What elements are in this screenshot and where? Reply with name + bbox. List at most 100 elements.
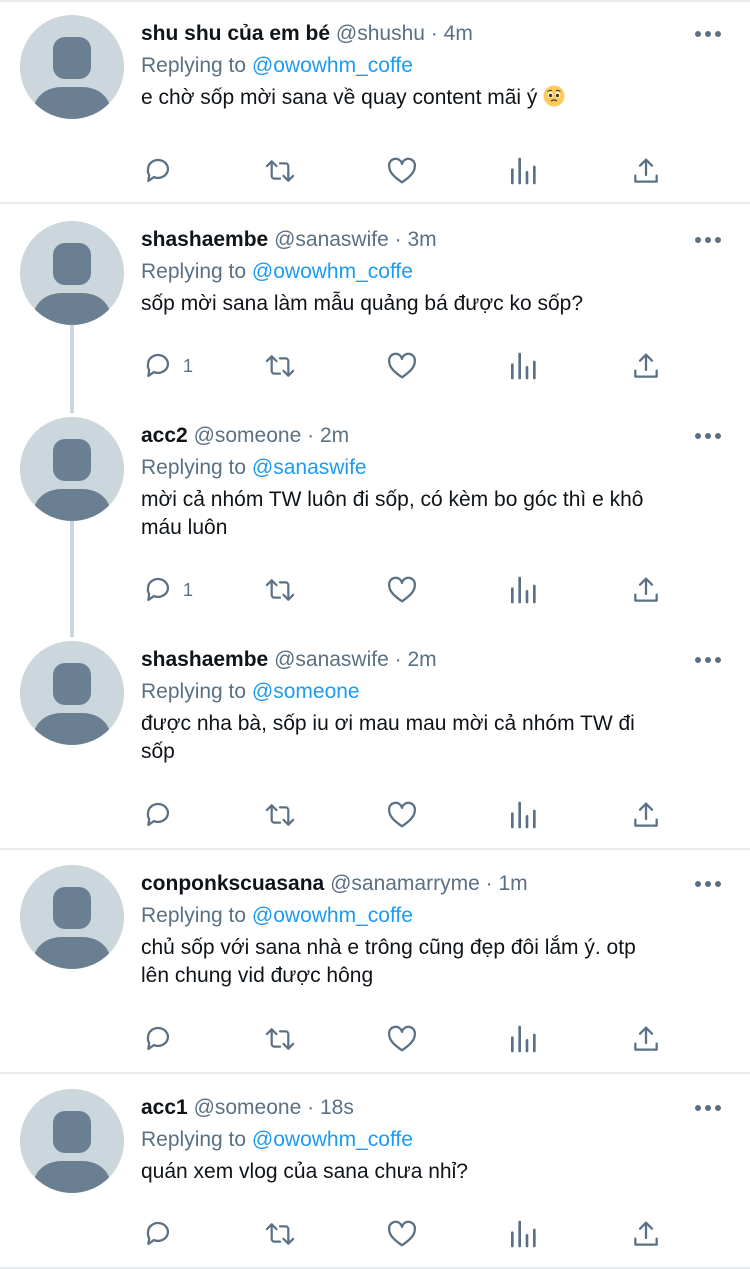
tweet-text-line: được nha bà, sốp iu ơi mau mau mời cả nh… (141, 712, 635, 735)
replying-to: Replying to @owowhm_coffe (141, 900, 413, 932)
share-button[interactable] (630, 349, 662, 383)
share-button[interactable] (630, 1217, 662, 1251)
tweet-text: quán xem vlog của sana chưa nhỉ? (141, 1158, 721, 1186)
display-name[interactable]: shashaembe (141, 648, 268, 671)
retweet-icon (265, 355, 295, 377)
pleading-face-emoji (543, 85, 565, 107)
mention-link[interactable]: @owowhm_coffe (252, 904, 413, 927)
reply-icon (146, 577, 170, 602)
more-horizontal-icon[interactable] (693, 652, 723, 668)
mention-link[interactable]: @owowhm_coffe (252, 54, 413, 77)
user-handle[interactable]: @shushu (336, 22, 425, 45)
tweet-text-line: sốp (141, 740, 175, 763)
display-name[interactable]: conponkscuasana (141, 872, 324, 895)
retweet-button[interactable] (262, 573, 298, 607)
timestamp[interactable]: 2m (320, 424, 349, 447)
like-button[interactable] (385, 349, 419, 383)
analytics-button[interactable] (507, 349, 539, 383)
user-handle[interactable]: @someone (194, 424, 302, 447)
reply-button[interactable]: 1 (141, 349, 193, 383)
heart-icon (387, 1220, 417, 1247)
tweet-1[interactable]: shashaembe @sanaswife · 3m Replying to @… (0, 206, 750, 402)
mention-link[interactable]: @someone (252, 680, 360, 703)
retweet-button[interactable] (262, 1217, 298, 1251)
user-handle[interactable]: @someone (194, 1096, 302, 1119)
tweet-actions (141, 154, 701, 188)
mention-link[interactable]: @owowhm_coffe (252, 1128, 413, 1151)
share-button[interactable] (630, 1022, 662, 1056)
display-name[interactable]: acc2 (141, 424, 188, 447)
avatar[interactable] (20, 15, 124, 119)
heart-icon (387, 352, 417, 379)
tweet-actions (141, 1217, 701, 1251)
retweet-button[interactable] (262, 1022, 298, 1056)
timestamp[interactable]: 2m (407, 648, 436, 671)
share-icon (634, 577, 658, 602)
like-button[interactable] (385, 154, 419, 188)
reply-button[interactable] (141, 1217, 183, 1251)
mention-link[interactable]: @owowhm_coffe (252, 260, 413, 283)
display-name[interactable]: shashaembe (141, 228, 268, 251)
analytics-button[interactable] (507, 154, 539, 188)
user-handle[interactable]: @sanamarryme (330, 872, 480, 895)
like-button[interactable] (385, 798, 419, 832)
avatar[interactable] (20, 417, 124, 521)
retweet-icon (265, 579, 295, 601)
analytics-button[interactable] (507, 573, 539, 607)
tweet-text-line: quán xem vlog của sana chưa nhỉ? (141, 1160, 468, 1183)
retweet-button[interactable] (262, 798, 298, 832)
retweet-button[interactable] (262, 154, 298, 188)
user-handle[interactable]: @sanaswife (274, 228, 389, 251)
tweet-text-line: lên chung vid được hông (141, 964, 374, 987)
display-name[interactable]: shu shu của em bé (141, 22, 330, 45)
avatar[interactable] (20, 865, 124, 969)
reply-button[interactable] (141, 798, 183, 832)
retweet-button[interactable] (262, 349, 298, 383)
timestamp[interactable]: 3m (407, 228, 436, 251)
share-button[interactable] (630, 154, 662, 188)
reply-icon (146, 1026, 170, 1051)
timestamp[interactable]: 4m (444, 22, 473, 45)
separator-dot: · (307, 1096, 315, 1119)
tweet-3[interactable]: shashaembe @sanaswife · 2m Replying to @… (0, 626, 750, 848)
share-icon (634, 158, 658, 183)
more-horizontal-icon[interactable] (693, 876, 723, 892)
mention-link[interactable]: @sanaswife (252, 456, 367, 479)
like-button[interactable] (385, 573, 419, 607)
replying-to-label: Replying to (141, 1128, 247, 1151)
more-horizontal-icon[interactable] (693, 428, 723, 444)
separator-dot: · (394, 648, 402, 671)
timestamp[interactable]: 1m (498, 872, 527, 895)
reply-button[interactable] (141, 1022, 183, 1056)
tweet-5[interactable]: acc1 @someone · 18s Replying to @owowhm_… (0, 1074, 750, 1267)
analytics-button[interactable] (507, 1022, 539, 1056)
tweet-text-line: máu luôn (141, 516, 228, 539)
like-button[interactable] (385, 1022, 419, 1056)
tweet-text: chủ sốp với sana nhà e trông cũng đẹp đô… (141, 934, 721, 990)
reply-button[interactable]: 1 (141, 573, 193, 607)
tweet-text: sốp mời sana làm mẫu quảng bá được ko số… (141, 290, 721, 318)
like-button[interactable] (385, 1217, 419, 1251)
tweet-header: acc2 @someone · 2m (141, 420, 681, 452)
tweet-2[interactable]: acc2 @someone · 2m Replying to @sanaswif… (0, 402, 750, 626)
display-name[interactable]: acc1 (141, 1096, 188, 1119)
avatar[interactable] (20, 1089, 124, 1193)
share-button[interactable] (630, 573, 662, 607)
user-handle[interactable]: @sanaswife (274, 648, 389, 671)
avatar[interactable] (20, 641, 124, 745)
reply-button[interactable] (141, 154, 183, 188)
more-horizontal-icon[interactable] (693, 26, 723, 42)
more-horizontal-icon[interactable] (693, 1100, 723, 1116)
timestamp[interactable]: 18s (320, 1096, 354, 1119)
analytics-button[interactable] (507, 798, 539, 832)
share-button[interactable] (630, 798, 662, 832)
tweet-feed: shu shu của em bé @shushu · 4m Replying … (0, 0, 750, 1269)
tweet-actions (141, 798, 701, 832)
analytics-button[interactable] (507, 1217, 539, 1251)
tweet-actions (141, 1022, 701, 1056)
tweet-0[interactable]: shu shu của em bé @shushu · 4m Replying … (0, 0, 750, 201)
avatar[interactable] (20, 221, 124, 325)
tweet-4[interactable]: conponkscuasana @sanamarryme · 1m Replyi… (0, 850, 750, 1072)
more-horizontal-icon[interactable] (693, 232, 723, 248)
tweet-header: conponkscuasana @sanamarryme · 1m (141, 868, 681, 900)
